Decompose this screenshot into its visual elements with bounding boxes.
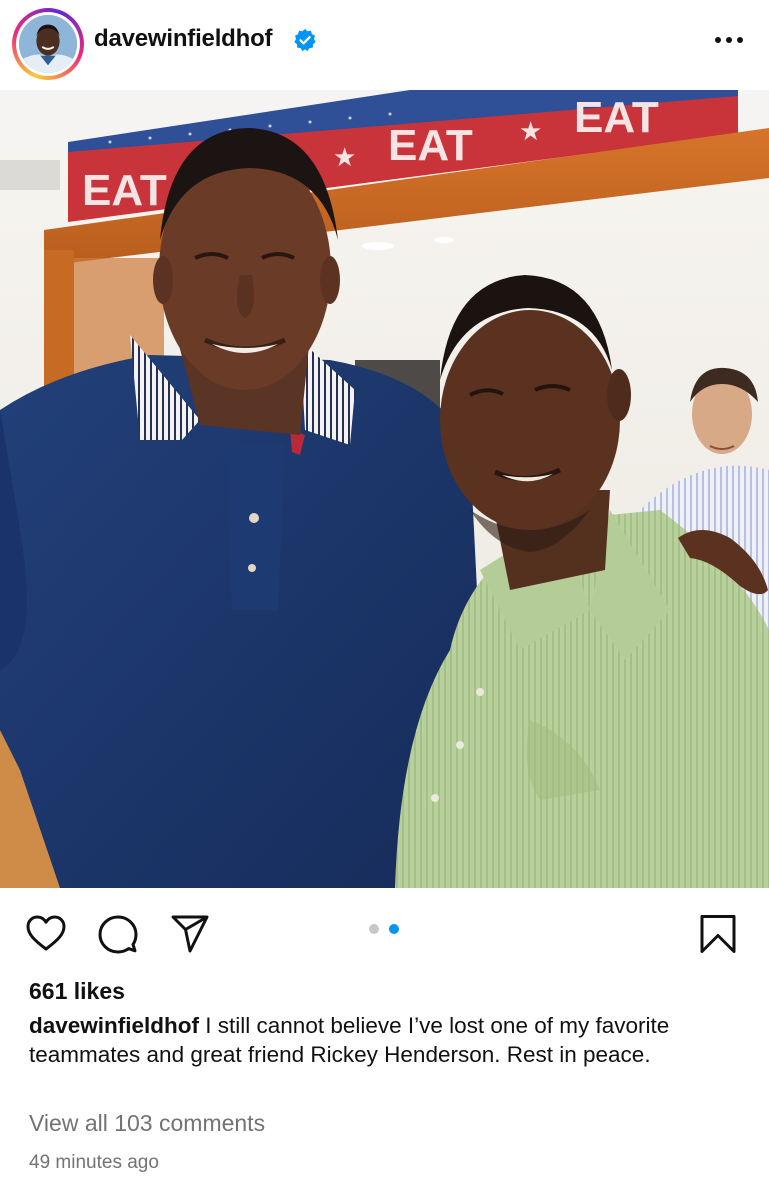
post-header: davewinfieldhof — [0, 0, 769, 90]
svg-text:★: ★ — [333, 142, 356, 172]
more-horizontal-icon[interactable] — [711, 28, 747, 52]
send-icon[interactable] — [170, 914, 210, 954]
heart-icon[interactable] — [26, 914, 66, 954]
post-timestamp: 49 minutes ago — [29, 1152, 159, 1173]
sign-text: EAT — [82, 166, 167, 215]
carousel-indicator — [369, 924, 401, 934]
instagram-post: davewinfieldhof EAT EAT EAT ★ ★ 661 like… — [0, 0, 769, 1200]
comment-icon[interactable] — [98, 914, 138, 954]
username[interactable]: davewinfieldhof — [94, 25, 273, 53]
sign-text: EAT — [388, 121, 473, 170]
caption: davewinfieldhof I still cannot believe I… — [29, 1012, 744, 1069]
caption-username[interactable]: davewinfieldhof — [29, 1013, 199, 1038]
carousel-dot — [389, 924, 399, 934]
likes-count[interactable]: 661 likes — [29, 978, 125, 1005]
avatar[interactable] — [19, 15, 77, 73]
post-photo[interactable]: EAT EAT EAT ★ ★ — [0, 90, 769, 888]
carousel-dot — [369, 924, 379, 934]
bookmark-icon[interactable] — [698, 914, 738, 954]
view-comments-link[interactable]: View all 103 comments — [29, 1110, 265, 1137]
sign-text: EAT — [574, 93, 659, 142]
svg-text:★: ★ — [519, 116, 542, 146]
action-bar — [0, 898, 769, 970]
story-ring[interactable] — [12, 8, 84, 80]
verified-badge-icon — [294, 29, 316, 51]
